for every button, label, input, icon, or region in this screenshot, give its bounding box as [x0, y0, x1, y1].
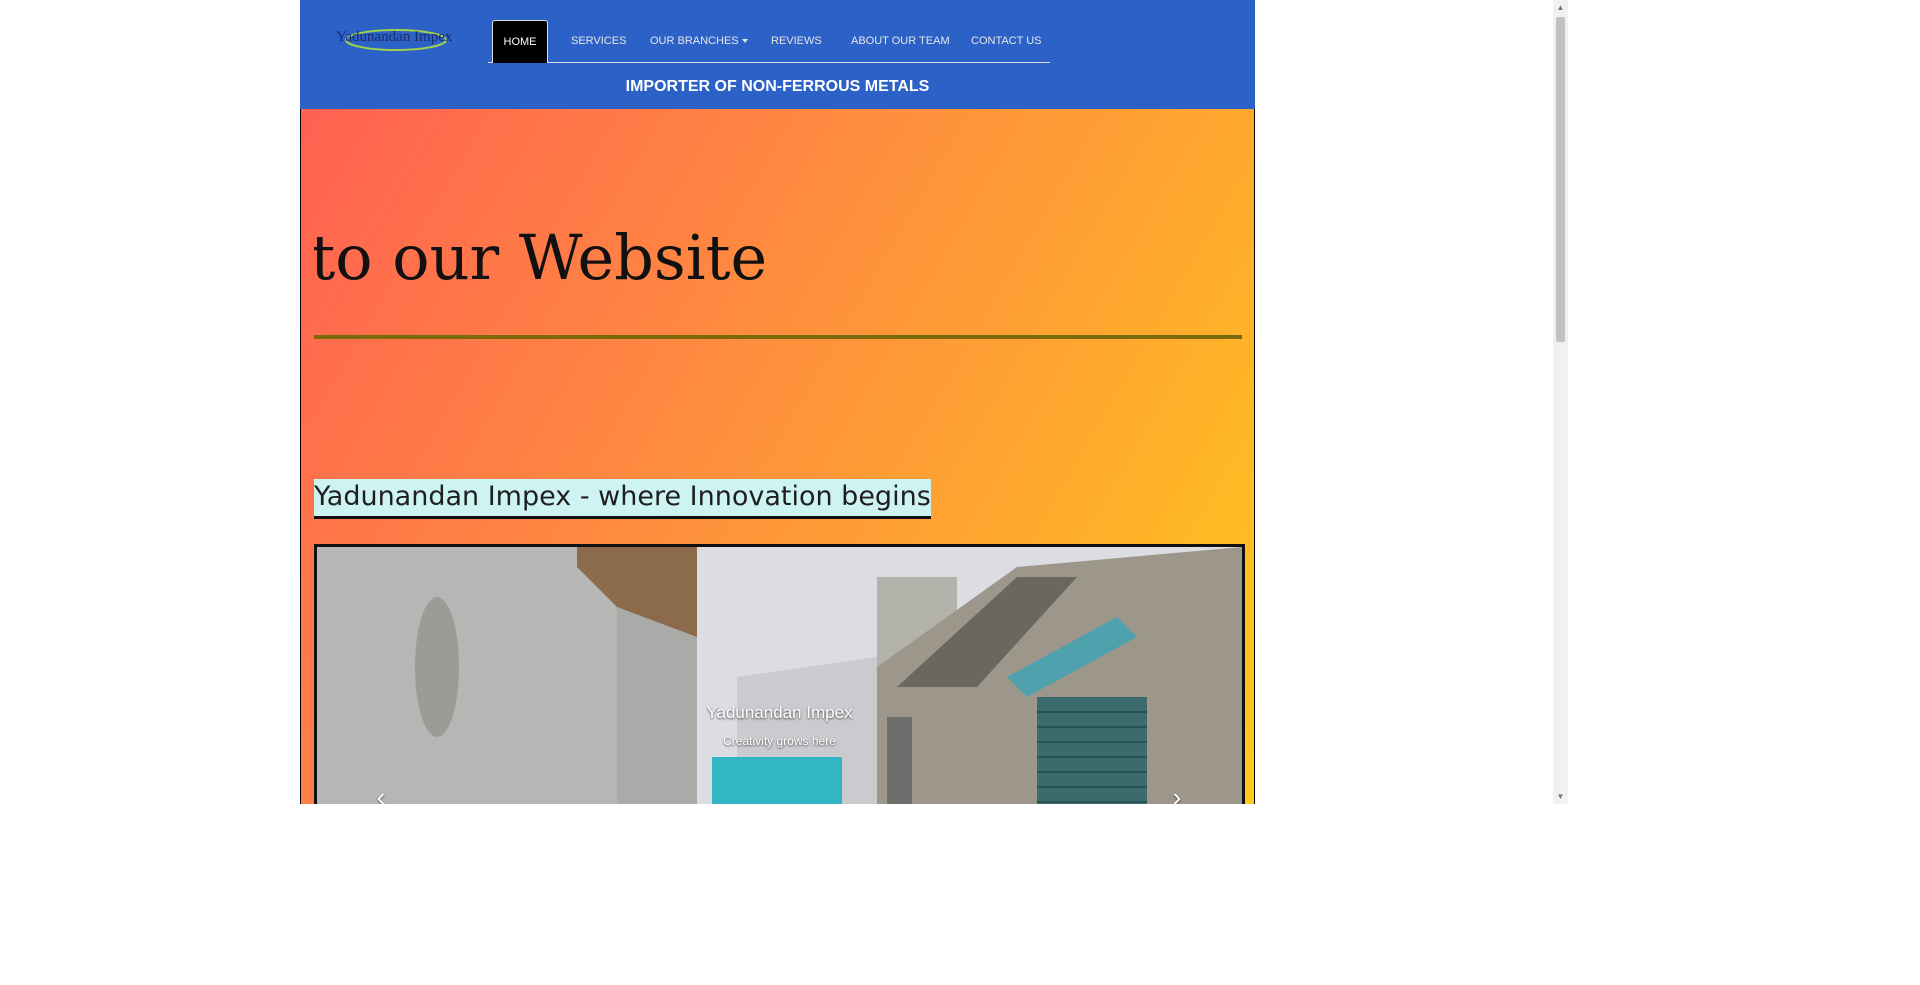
page: Yadunandan Impex HOME SERVICES OUR BRANC…	[300, 0, 1255, 804]
hero-section: ne to our Website Yadunandan Impex - whe…	[300, 109, 1255, 804]
scroll-thumb[interactable]	[1556, 17, 1565, 342]
nav-about-our-team[interactable]: ABOUT OUR TEAM	[851, 20, 950, 62]
nav-our-branches[interactable]: OUR BRANCHES	[650, 20, 748, 62]
scroll-up-arrow-icon[interactable]: ▲	[1553, 0, 1568, 15]
carousel-caption-title: Yadunandan Impex	[706, 703, 853, 722]
header: Yadunandan Impex HOME SERVICES OUR BRANC…	[300, 0, 1255, 110]
logo[interactable]: Yadunandan Impex	[336, 24, 466, 54]
page-scrollbar[interactable]: ▲ ▼	[1553, 0, 1568, 804]
logo-text: Yadunandan Impex	[336, 29, 453, 45]
main-nav: HOME SERVICES OUR BRANCHES REVIEWS ABOUT…	[488, 20, 1050, 63]
nav-services[interactable]: SERVICES	[571, 20, 626, 62]
nav-our-branches-label: OUR BRANCHES	[650, 35, 739, 47]
divider	[314, 335, 1242, 339]
carousel-caption-subtitle: Creativity grows here	[723, 734, 836, 748]
nav-contact-us[interactable]: CONTACT US	[971, 20, 1042, 62]
tagline: IMPORTER OF NON-FERROUS METALS	[625, 78, 930, 95]
chevron-left-icon[interactable]: ‹	[369, 784, 393, 804]
caret-down-icon	[741, 39, 748, 44]
chevron-right-icon[interactable]: ›	[1165, 784, 1189, 804]
nav-reviews[interactable]: REVIEWS	[771, 20, 822, 62]
welcome-marquee: ne to our Website	[314, 209, 1244, 319]
carousel-slide-image	[317, 547, 1242, 804]
scroll-down-arrow-icon[interactable]: ▼	[1553, 789, 1568, 804]
welcome-marquee-text: ne to our Website	[314, 221, 768, 294]
image-carousel[interactable]: Yadunandan Impex Creativity grows here ‹…	[314, 544, 1245, 804]
motto-heading: Yadunandan Impex - where Innovation begi…	[314, 479, 931, 519]
nav-home[interactable]: HOME	[492, 20, 548, 63]
